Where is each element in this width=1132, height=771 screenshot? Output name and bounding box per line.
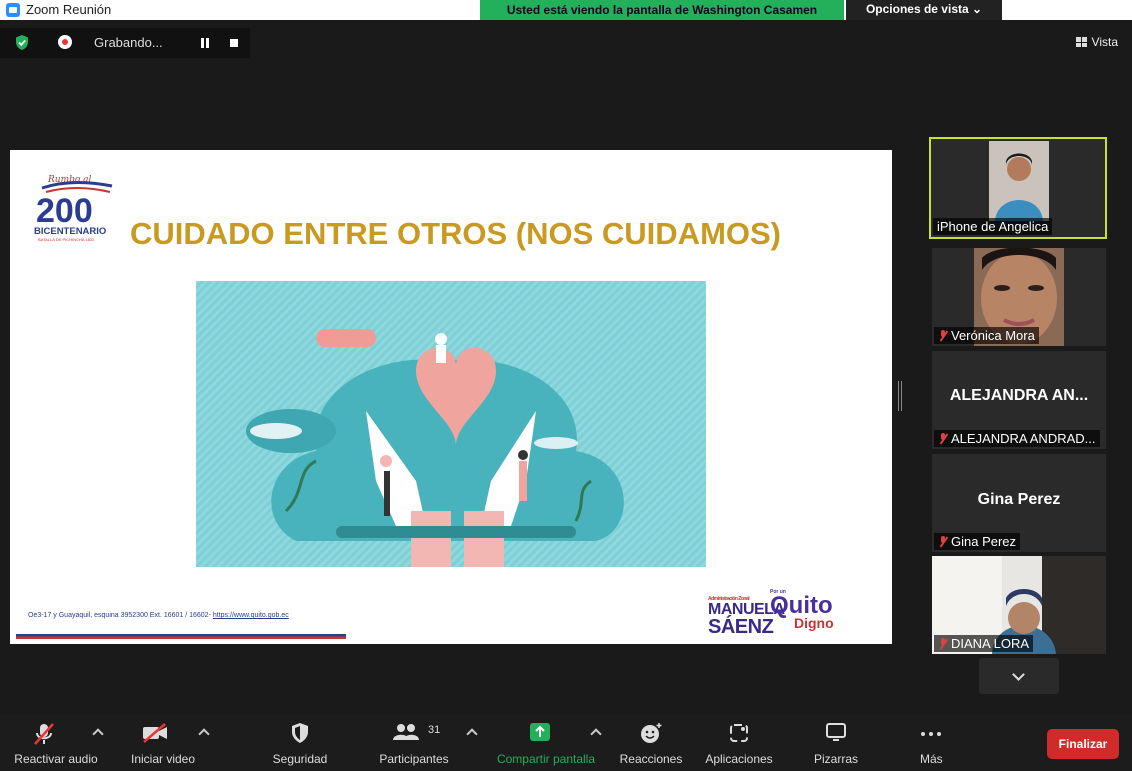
participants-count: 31 [428,724,441,736]
window-title-bar: Zoom Reunión Usted está viendo la pantal… [0,0,1132,20]
window-title: Zoom Reunión [26,2,112,17]
microphone-muted-icon [34,723,54,745]
participant-name: iPhone de Angelica [937,219,1049,234]
participant-tile[interactable]: Verónica Mora [932,248,1106,346]
unmute-audio-label: Reactivar audio [14,752,98,766]
participant-name: DIANA LORA [951,636,1030,651]
participant-name-tag: ALEJANDRA ANDRAD... [934,430,1100,447]
start-video-button[interactable]: Iniciar video [120,714,210,771]
shared-screen: Rumbo al 200 BICENTENARIO BATALLA DE PIC… [10,150,892,644]
slide-footer-address: Oe3-17 y Guayaquil, esquina 3952300 Ext.… [28,612,211,619]
share-screen-label: Compartir pantalla [496,752,596,766]
scroll-gallery-down-button[interactable] [979,658,1059,694]
view-button[interactable]: Vista [1075,35,1118,49]
more-button[interactable]: Más [906,714,956,771]
share-screen-icon [530,723,550,741]
apps-icon [730,724,748,742]
mic-muted-icon [938,535,948,548]
whiteboards-button[interactable]: Pizarras [806,714,866,771]
reactions-smiley-icon [641,723,662,743]
pause-recording-icon[interactable] [200,38,210,48]
meeting-toolbar: Reactivar audio Iniciar video Seguridad … [0,714,1132,771]
participant-name-tag: Gina Perez [934,533,1021,550]
whiteboard-icon [826,723,846,741]
participant-tile[interactable]: ALEJANDRA AN... ALEJANDRA ANDRAD... [932,351,1106,449]
view-options-button[interactable]: Opciones de vista ⌄ [846,0,1002,20]
participant-display-name: Gina Perez [977,491,1061,508]
view-grid-icon [1075,37,1087,47]
participants-options-caret-icon[interactable] [466,728,478,740]
mic-muted-icon [938,329,948,342]
bicentenario-logo: Rumbo al 200 BICENTENARIO BATALLA DE PIC… [34,175,113,242]
video-camera-off-icon [143,723,167,743]
participant-tile[interactable]: Gina Perez Gina Perez [932,454,1106,552]
reactions-label: Reacciones [619,752,683,766]
reactions-button[interactable]: Reacciones [616,714,686,771]
security-label: Seguridad [272,752,328,766]
view-button-label: Vista [1091,35,1118,49]
panel-splitter-handle[interactable] [898,381,902,411]
slide-title: CUIDADO ENTRE OTROS (NOS CUIDAMOS) [130,216,781,251]
apps-button[interactable]: Aplicaciones [698,714,780,771]
participant-name: ALEJANDRA ANDRAD... [951,431,1096,446]
security-button[interactable]: Seguridad [262,714,338,771]
participants-icon [393,724,419,740]
stop-recording-icon[interactable] [230,39,238,47]
recording-indicator-icon [58,35,72,49]
participants-label: Participantes [379,752,449,766]
mic-muted-icon [938,432,948,445]
unmute-audio-button[interactable]: Reactivar audio [8,714,104,771]
svg-text:200: 200 [36,192,93,230]
audio-options-caret-icon[interactable] [92,728,104,740]
more-dots-icon [921,732,941,736]
participants-button[interactable]: 31 Participantes [368,714,478,771]
participant-video [989,141,1049,221]
participant-name: Gina Perez [951,534,1017,549]
participant-name-tag: iPhone de Angelica [933,218,1053,235]
participant-display-name: ALEJANDRA AN... [949,387,1089,404]
quito-digno-logo: Por un Quito Digno [770,589,834,631]
start-video-label: Iniciar video [130,752,196,766]
caring-hands-heart-illustration [196,281,706,567]
participant-name: Verónica Mora [951,328,1035,343]
more-label: Más [920,752,943,766]
participant-tile[interactable]: DIANA LORA [932,556,1106,654]
slide-footer: Oe3-17 y Guayaquil, esquina 3952300 Ext.… [28,612,289,619]
security-shield-icon[interactable] [14,34,30,51]
zoom-app-icon [6,3,20,17]
participant-tile-active[interactable]: iPhone de Angelica [929,137,1107,239]
viewing-screen-banner: Usted está viendo la pantalla de Washing… [480,0,844,20]
apps-label: Aplicaciones [705,752,773,766]
end-meeting-button[interactable]: Finalizar [1047,729,1119,759]
share-screen-button[interactable]: Compartir pantalla [490,714,602,771]
slide-footer-line [16,634,346,639]
participant-name-tag: DIANA LORA [934,635,1034,652]
participant-name-tag: Verónica Mora [934,327,1039,344]
mic-muted-icon [938,637,948,650]
svg-text:BICENTENARIO: BICENTENARIO [34,226,106,237]
whiteboards-label: Pizarras [813,752,858,766]
share-options-caret-icon[interactable] [590,728,602,740]
security-shield-toolbar-icon [292,723,308,743]
recording-label: Grabando... [94,35,163,50]
slide-footer-link: https://www.quito.gob.ec [212,612,289,619]
svg-text:BATALLA DE PICHINCHA 1822: BATALLA DE PICHINCHA 1822 [38,237,95,242]
video-options-caret-icon[interactable] [198,728,210,740]
